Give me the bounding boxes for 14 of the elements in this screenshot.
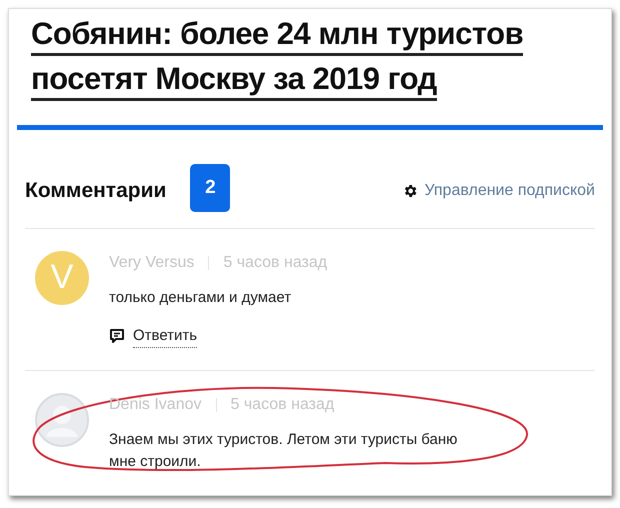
avatar: V: [35, 250, 89, 304]
article-title[interactable]: посетят Москву за 2019 год: [31, 60, 437, 101]
comment-text: Знаем мы этих туристов. Летом эти туристы баню мне строили.: [109, 430, 458, 472]
article-title[interactable]: Собянин: более 24 млн туристов: [31, 15, 524, 56]
comment-text: только деньгами и думает: [109, 288, 292, 308]
subscription-link[interactable]: Управление подпиской: [402, 178, 595, 203]
comment-count: 2: [190, 164, 230, 212]
comment-time: 5 часов назад: [230, 395, 334, 415]
comments-heading: Комментарии: [25, 178, 166, 204]
reply-link[interactable]: Ответить: [109, 324, 198, 348]
comment-time: 5 часов назад: [223, 252, 328, 272]
gear-icon: [402, 182, 418, 199]
avatar-silhouette-icon: [35, 393, 89, 447]
comment-icon: [109, 328, 125, 344]
